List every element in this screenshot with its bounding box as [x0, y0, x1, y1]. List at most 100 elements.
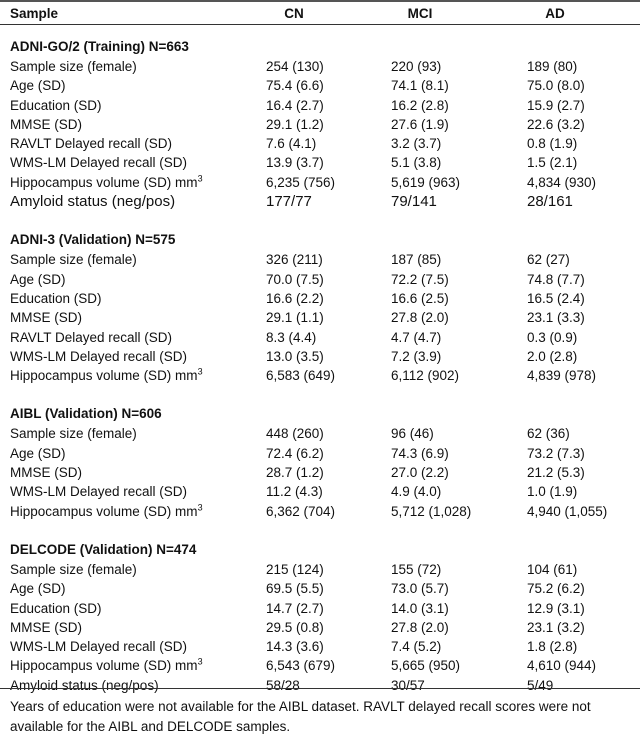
section-title: DELCODE (Validation) N=474 — [10, 541, 197, 557]
row-label: Amyloid status (neg/pos) — [10, 676, 159, 695]
cell-cn: 14.7 (2.7) — [266, 600, 324, 616]
cell-cn: 11.2 (4.3) — [266, 484, 323, 500]
cell-cn: 69.5 (5.5) — [266, 581, 324, 597]
row-label-text: WMS-LM Delayed recall (SD) — [10, 484, 188, 500]
cell-ad: 23.1 (3.2) — [527, 619, 585, 635]
table-body: ADNI-GO/2 (Training) N=663 Sample size (f… — [0, 36, 640, 713]
table-row: WMS-LM Delayed recall (SD) 14.3 (3.6) 7.4 … — [0, 637, 640, 656]
row-label-text: RAVLT Delayed recall (SD) — [10, 329, 173, 345]
cell-cn: 70.0 (7.5) — [266, 271, 324, 287]
cell-cn: 254 (130) — [266, 59, 324, 74]
row-label: Sample size (female) — [10, 57, 137, 76]
row-label-text: Hippocampus volume (SD) mm — [10, 658, 198, 674]
cell-ad: 22.6 (3.2) — [527, 116, 585, 132]
cell-mci: 27.0 (2.2) — [391, 465, 449, 481]
row-label-text: Sample size (female) — [10, 252, 137, 268]
cell-mci: 6,112 (902) — [391, 368, 460, 384]
row-label-text: WMS-LM Delayed recall (SD) — [10, 155, 188, 171]
table-row: WMS-LM Delayed recall (SD) 13.0 (3.5) 7.2 … — [0, 347, 640, 366]
row-label-text: Hippocampus volume (SD) mm — [10, 368, 198, 384]
table-row: MMSE (SD) 29.1 (1.1) 27.8 (2.0) 23.1 (3.3) — [0, 308, 640, 327]
row-label: MMSE (SD) — [10, 308, 82, 327]
row-label: Sample size (female) — [10, 424, 137, 443]
table-row: Amyloid status (neg/pos) 177/77 79/141 28/1… — [0, 192, 640, 211]
table-section: AIBL (Validation) N=606 Sample size (fema… — [0, 403, 640, 520]
cell-cn: 16.4 (2.7) — [266, 97, 324, 113]
cell-cn: 177/77 — [266, 193, 312, 211]
cell-cn: 8.3 (4.4) — [266, 329, 317, 345]
cell-cn: 14.3 (3.6) — [266, 639, 324, 655]
table-row: Age (SD) 69.5 (5.5) 73.0 (5.7) 75.2 (6.2) — [0, 579, 640, 598]
table-row: Age (SD) 72.4 (6.2) 74.3 (6.9) 73.2 (7.3) — [0, 444, 640, 463]
cell-cn: 215 (124) — [266, 561, 324, 577]
cell-ad: 104 (61) — [527, 561, 578, 577]
table-section: ADNI-GO/2 (Training) N=663 Sample size (f… — [0, 36, 640, 211]
cell-mci: 27.6 (1.9) — [391, 116, 449, 132]
row-label-text: RAVLT Delayed recall (SD) — [10, 136, 173, 152]
table-row: Sample size (female) 448 (260) 96 (46) 62 (… — [0, 424, 640, 443]
row-label: Education (SD) — [10, 96, 102, 115]
unit-superscript: 3 — [197, 366, 203, 377]
cell-mci: 7.2 (3.9) — [391, 348, 442, 364]
row-label: Hippocampus volume (SD) mm3 — [10, 502, 203, 521]
row-label-text: Sample size (female) — [10, 426, 137, 442]
cell-mci: 79/141 — [391, 193, 437, 211]
unit-superscript: 3 — [197, 656, 203, 667]
table-bottom-rule — [0, 688, 640, 689]
cell-ad: 189 (80) — [527, 59, 578, 74]
cell-mci: 74.1 (8.1) — [391, 78, 449, 94]
section-title: ADNI-3 (Validation) N=575 — [10, 232, 176, 248]
column-header-mci: MCI — [407, 6, 433, 21]
table-section: ADNI-3 (Validation) N=575 Sample size (fe… — [0, 229, 640, 385]
cell-ad: 74.8 (7.7) — [527, 271, 585, 287]
cell-mci: 72.2 (7.5) — [391, 271, 449, 287]
row-label-text: Hippocampus volume (SD) mm — [10, 503, 198, 519]
table-row: Sample size (female) 326 (211) 187 (85) 62 … — [0, 250, 640, 269]
table-row: RAVLT Delayed recall (SD) 7.6 (4.1) 3.2 (3… — [0, 134, 640, 153]
cell-cn: 13.9 (3.7) — [266, 155, 324, 171]
cell-mci: 74.3 (6.9) — [391, 445, 449, 461]
row-label-text: Age (SD) — [10, 581, 66, 597]
table-row: MMSE (SD) 29.1 (1.2) 27.6 (1.9) 22.6 (3.2) — [0, 115, 640, 134]
table-row: Sample size (female) 254 (130) 220 (93) 189… — [0, 57, 640, 76]
cell-mci: 96 (46) — [391, 426, 434, 442]
row-label: RAVLT Delayed recall (SD) — [10, 328, 172, 347]
table-row: Education (SD) 16.4 (2.7) 16.2 (2.8) 15.9 (… — [0, 96, 640, 115]
cell-mci: 4.7 (4.7) — [391, 329, 442, 345]
row-label: Amyloid status (neg/pos) — [10, 192, 175, 211]
cell-ad: 4,940 (1,055) — [527, 503, 608, 519]
cell-ad: 73.2 (7.3) — [527, 445, 585, 461]
table-row: RAVLT Delayed recall (SD) 8.3 (4.4) 4.7 (4… — [0, 328, 640, 347]
section-title: AIBL (Validation) N=606 — [10, 406, 162, 422]
cell-cn: 6,583 (649) — [266, 368, 336, 384]
cell-ad: 62 (36) — [527, 426, 570, 442]
cell-cn: 7.6 (4.1) — [266, 136, 317, 152]
cell-cn: 58/28 — [266, 677, 300, 693]
row-label-text: WMS-LM Delayed recall (SD) — [10, 639, 188, 655]
table-row: Hippocampus volume (SD) mm3 6,543 (679) 5,… — [0, 656, 640, 675]
cell-ad: 28/161 — [527, 193, 573, 211]
cell-ad: 21.2 (5.3) — [527, 465, 585, 481]
cell-mci: 30/57 — [391, 677, 425, 693]
cell-ad: 62 (27) — [527, 252, 570, 268]
row-label: MMSE (SD) — [10, 618, 82, 637]
row-label-text: Amyloid status (neg/pos) — [10, 677, 159, 693]
cell-mci: 27.8 (2.0) — [391, 310, 449, 326]
row-label-text: Amyloid status (neg/pos) — [10, 193, 176, 211]
cell-ad: 4,839 (978) — [527, 368, 597, 384]
cell-cn: 16.6 (2.2) — [266, 290, 324, 306]
row-label: WMS-LM Delayed recall (SD) — [10, 637, 187, 656]
header-rule — [0, 24, 640, 25]
table-row: WMS-LM Delayed recall (SD) 13.9 (3.7) 5.1 … — [0, 153, 640, 172]
row-label: Hippocampus volume (SD) mm3 — [10, 366, 203, 385]
table-header: Sample CN MCI AD — [0, 4, 640, 24]
row-label-text: MMSE (SD) — [10, 116, 82, 132]
cell-ad: 15.9 (2.7) — [527, 97, 585, 113]
row-label: WMS-LM Delayed recall (SD) — [10, 482, 187, 501]
row-label-text: Age (SD) — [10, 271, 66, 287]
cell-cn: 6,235 (756) — [266, 174, 336, 190]
cell-cn: 72.4 (6.2) — [266, 445, 324, 461]
row-label: Age (SD) — [10, 444, 66, 463]
table-row: Age (SD) 70.0 (7.5) 72.2 (7.5) 74.8 (7.7) — [0, 270, 640, 289]
cell-ad: 4,834 (930) — [527, 174, 597, 190]
